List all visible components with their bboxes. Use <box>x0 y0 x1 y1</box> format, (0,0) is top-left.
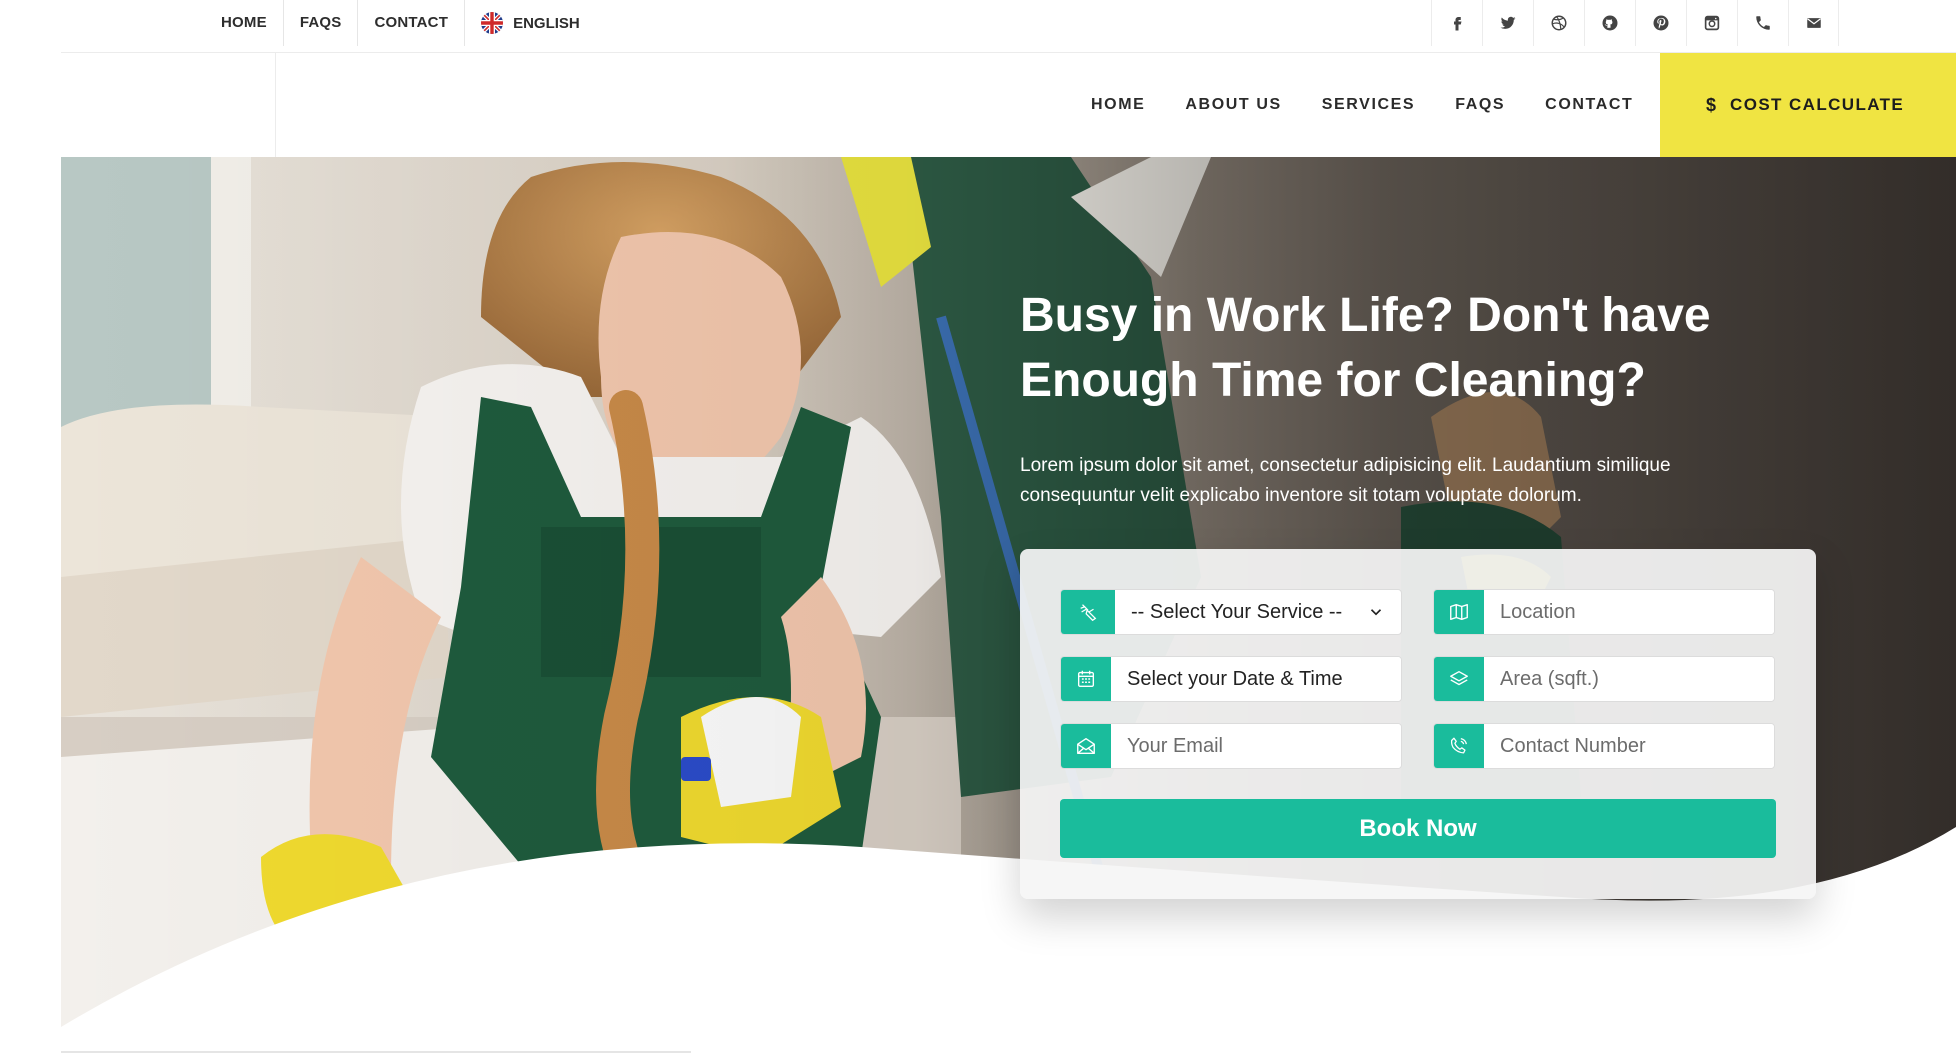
twitter-link[interactable] <box>1482 0 1533 46</box>
nav-about-us[interactable]: ABOUT US <box>1165 96 1301 114</box>
email-link[interactable] <box>1788 0 1839 46</box>
language-label: ENGLISH <box>513 14 580 32</box>
email-field <box>1060 723 1402 769</box>
service-select[interactable]: -- Select Your Service -- <box>1115 590 1401 634</box>
nav-contact[interactable]: CONTACT <box>1525 96 1653 114</box>
cost-calculate-label: COST CALCULATE <box>1730 95 1905 114</box>
area-field <box>1433 656 1775 702</box>
email-input[interactable] <box>1111 724 1401 768</box>
book-now-button[interactable]: Book Now <box>1060 799 1776 858</box>
uk-flag-icon <box>481 12 504 34</box>
social-links <box>1431 0 1839 46</box>
top-links: HOME FAQS CONTACT ENGLISH <box>209 0 596 46</box>
instagram-icon <box>1704 15 1720 31</box>
pinterest-icon <box>1653 15 1669 31</box>
github-link[interactable] <box>1584 0 1635 46</box>
datetime-field <box>1060 656 1402 702</box>
phone-link[interactable] <box>1737 0 1788 46</box>
envelope-open-icon <box>1061 724 1111 768</box>
phone-icon <box>1756 16 1770 30</box>
service-select-value: -- Select Your Service -- <box>1131 600 1343 623</box>
location-input[interactable] <box>1484 590 1774 634</box>
layers-icon <box>1434 657 1484 701</box>
contact-number-input[interactable] <box>1484 724 1774 768</box>
github-icon <box>1602 15 1618 31</box>
top-link-home[interactable]: HOME <box>209 0 284 46</box>
pinterest-link[interactable] <box>1635 0 1686 46</box>
main-header: HOME ABOUT US SERVICES FAQS CONTACT $ CO… <box>61 53 1956 157</box>
nav-home[interactable]: HOME <box>1071 96 1165 114</box>
calendar-icon <box>1061 657 1111 701</box>
nav-services[interactable]: SERVICES <box>1302 96 1435 114</box>
facebook-icon <box>1454 17 1462 31</box>
cleaning-spray-icon <box>1061 590 1115 634</box>
area-input[interactable] <box>1484 657 1774 701</box>
dollar-icon: $ <box>1706 94 1717 115</box>
hero-section: Busy in Work Life? Don't have Enough Tim… <box>61 157 1956 1053</box>
top-link-faqs[interactable]: FAQS <box>284 0 359 46</box>
top-bar: HOME FAQS CONTACT ENGLISH <box>61 0 1956 53</box>
dribbble-icon <box>1551 15 1567 31</box>
phone-call-icon <box>1434 724 1484 768</box>
top-link-contact[interactable]: CONTACT <box>358 0 466 46</box>
language-switcher[interactable]: ENGLISH <box>465 0 596 46</box>
facebook-link[interactable] <box>1431 0 1482 46</box>
nav-faqs[interactable]: FAQS <box>1435 96 1525 114</box>
booking-form: -- Select Your Service -- Location Selec… <box>1020 549 1816 899</box>
envelope-icon <box>1806 18 1821 28</box>
location-field <box>1433 589 1775 635</box>
contact-number-field <box>1433 723 1775 769</box>
logo-area[interactable] <box>61 53 276 157</box>
instagram-link[interactable] <box>1686 0 1737 46</box>
map-icon <box>1434 590 1484 634</box>
dribbble-link[interactable] <box>1533 0 1584 46</box>
datetime-input[interactable] <box>1111 657 1401 701</box>
twitter-icon <box>1500 16 1516 29</box>
hero-description: Lorem ipsum dolor sit amet, consectetur … <box>1020 455 1671 506</box>
cost-calculate-button[interactable]: $ COST CALCULATE <box>1660 53 1956 157</box>
service-select-field: -- Select Your Service -- <box>1060 589 1402 635</box>
main-nav: HOME ABOUT US SERVICES FAQS CONTACT <box>1071 53 1653 157</box>
hero-title: Busy in Work Life? Don't have Enough Tim… <box>1020 289 1711 407</box>
chevron-down-icon <box>1370 609 1382 616</box>
